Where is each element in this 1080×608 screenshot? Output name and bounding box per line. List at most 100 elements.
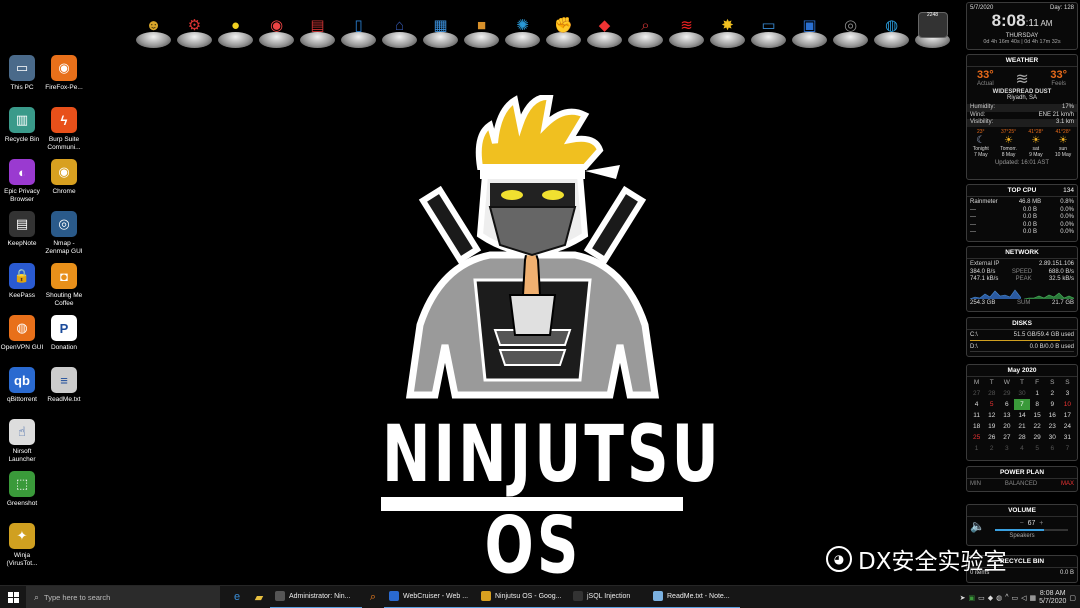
calendar-day[interactable]: 27 <box>969 388 984 399</box>
dock-item[interactable]: ◎ <box>832 6 869 48</box>
calendar-day[interactable]: 10 <box>1060 399 1075 410</box>
calendar-day[interactable]: 4 <box>969 399 984 410</box>
taskbar-clock[interactable]: 8:08 AM 5/7/2020 <box>1039 590 1066 606</box>
calendar-day[interactable]: 23 <box>1045 421 1060 432</box>
calendar-day[interactable]: 24 <box>1060 421 1075 432</box>
calendar-day[interactable]: 30 <box>1014 388 1029 399</box>
dock-item[interactable]: ▭ <box>750 6 787 48</box>
dock-item[interactable]: 2248 <box>914 6 951 48</box>
tray-network-icon[interactable]: ▭ <box>1011 594 1018 602</box>
file-explorer-icon[interactable]: ▰ <box>248 586 270 608</box>
calendar-today[interactable]: 7 <box>1014 399 1030 410</box>
tray-vpn-icon[interactable]: ◍ <box>996 594 1002 602</box>
dock-item[interactable]: ⌂ <box>381 6 418 48</box>
dock-item[interactable]: ■ <box>463 6 500 48</box>
calendar-day[interactable]: 2 <box>984 443 999 454</box>
calendar-day[interactable]: 13 <box>999 410 1014 421</box>
calendar-day[interactable]: 27 <box>999 432 1014 443</box>
power-balanced-option[interactable]: BALANCED <box>1005 481 1037 489</box>
dock-item[interactable]: ≋ <box>668 6 705 48</box>
calendar-day[interactable]: 31 <box>1060 432 1075 443</box>
calendar-day[interactable]: 5 <box>984 399 999 410</box>
calendar-day[interactable]: 29 <box>1030 432 1045 443</box>
calendar-day[interactable]: 28 <box>1014 432 1029 443</box>
taskbar-task[interactable]: Administrator: Nin... <box>270 586 362 608</box>
calendar-day[interactable]: 28 <box>984 388 999 399</box>
volume-up-button[interactable]: + <box>1039 520 1043 527</box>
tray-volume-icon[interactable]: ◁ <box>1021 594 1026 602</box>
power-max-option[interactable]: MAX <box>1061 481 1074 489</box>
edge-icon[interactable]: e <box>226 586 248 608</box>
dock-item[interactable]: ✊ <box>545 6 582 48</box>
calendar-day[interactable]: 8 <box>1030 399 1045 410</box>
desktop-icon[interactable]: ≡ ReadMe.txt <box>42 367 86 404</box>
taskbar-task[interactable]: WebCruiser - Web ... <box>384 586 476 608</box>
calendar-day[interactable]: 22 <box>1030 421 1045 432</box>
calendar-day[interactable]: 7 <box>1060 443 1075 454</box>
dock-item[interactable]: ● <box>217 6 254 48</box>
speaker-icon[interactable]: 🔈 <box>970 519 985 533</box>
dock-item[interactable]: ▣ <box>791 6 828 48</box>
calendar-day[interactable]: 15 <box>1030 410 1045 421</box>
desktop-icon[interactable]: ▤ KeepNote <box>0 211 44 248</box>
notification-icon[interactable]: ▢ <box>1069 594 1076 602</box>
calendar-day[interactable]: 18 <box>969 421 984 432</box>
desktop-icon[interactable]: P Donation <box>42 315 86 352</box>
desktop-icon[interactable]: ◍ OpenVPN GUI <box>0 315 44 352</box>
dock-item[interactable]: ⌕ <box>627 6 664 48</box>
power-min-option[interactable]: MIN <box>970 481 981 489</box>
desktop-icon[interactable]: ◉ Chrome <box>42 159 86 196</box>
calendar-day[interactable]: 20 <box>999 421 1014 432</box>
desktop-icon[interactable]: ☝ Nirsoft Launcher <box>0 419 44 464</box>
calendar-day[interactable]: 17 <box>1060 410 1075 421</box>
calendar-day[interactable]: 1 <box>1030 388 1045 399</box>
calendar-day[interactable]: 3 <box>1060 388 1075 399</box>
desktop-icon[interactable]: ◘ Shouting Me Coffee <box>42 263 86 308</box>
start-button[interactable] <box>0 586 26 608</box>
dock-item[interactable]: ✺ <box>504 6 541 48</box>
calendar-day[interactable]: 21 <box>1014 421 1029 432</box>
calendar-day[interactable]: 3 <box>999 443 1014 454</box>
desktop-icon[interactable]: ϟ Burp Suite Communi... <box>42 107 86 152</box>
calendar-day[interactable]: 2 <box>1045 388 1060 399</box>
calendar-day[interactable]: 16 <box>1045 410 1060 421</box>
calendar-day[interactable]: 29 <box>999 388 1014 399</box>
desktop-icon[interactable]: ▥ Recycle Bin <box>0 107 44 144</box>
tray-folder-icon[interactable]: ▭ <box>978 594 985 602</box>
volume-slider[interactable] <box>994 528 1068 531</box>
tray-chevron-up-icon[interactable]: ^ <box>1005 594 1008 601</box>
dock-item[interactable]: ⚙ <box>176 6 213 48</box>
tray-greenshot-icon[interactable]: ▣ <box>968 594 975 602</box>
calendar-day[interactable]: 26 <box>984 432 999 443</box>
tray-drop-icon[interactable]: ◆ <box>988 594 993 602</box>
desktop-icon[interactable]: ▭ This PC <box>0 55 44 92</box>
desktop-icon[interactable]: ◐ Epic Privacy Browser <box>0 159 44 204</box>
calendar-day[interactable]: 4 <box>1014 443 1029 454</box>
taskbar-task[interactable]: Ninjutsu OS - Goog... <box>476 586 568 608</box>
volume-down-button[interactable]: − <box>1020 520 1024 527</box>
desktop-icon[interactable]: ◉ FireFox-Pe... <box>42 55 86 92</box>
dock-item[interactable]: ◍ <box>873 6 910 48</box>
desktop-icon[interactable]: ⬚ Greenshot <box>0 471 44 508</box>
calendar-day[interactable]: 19 <box>984 421 999 432</box>
calendar-day[interactable]: 1 <box>969 443 984 454</box>
taskbar-search[interactable]: ⌕ Type here to search <box>26 585 220 608</box>
desktop-icon[interactable]: qb qBittorrent <box>0 367 44 404</box>
search-app-icon[interactable]: ⌕ <box>362 586 384 608</box>
calendar-day[interactable]: 14 <box>1014 410 1029 421</box>
calendar-day[interactable]: 6 <box>1045 443 1060 454</box>
dock-item[interactable]: ✸ <box>709 6 746 48</box>
desktop-icon[interactable]: 🔒 KeePass <box>0 263 44 300</box>
calendar-day[interactable]: 30 <box>1045 432 1060 443</box>
calendar-day[interactable]: 5 <box>1030 443 1045 454</box>
dock-item[interactable]: ▦ <box>422 6 459 48</box>
calendar-day[interactable]: 25 <box>969 432 984 443</box>
calendar-day[interactable]: 11 <box>969 410 984 421</box>
desktop-icon[interactable]: ✦ Winja (VirusTot... <box>0 523 44 568</box>
dock-item[interactable]: ☻ <box>135 6 172 48</box>
taskbar-task[interactable]: jSQL Injection <box>568 586 648 608</box>
dock-item[interactable]: ◆ <box>586 6 623 48</box>
dock-item[interactable]: ◉ <box>258 6 295 48</box>
calendar-day[interactable]: 6 <box>999 399 1014 410</box>
calendar-day[interactable]: 12 <box>984 410 999 421</box>
